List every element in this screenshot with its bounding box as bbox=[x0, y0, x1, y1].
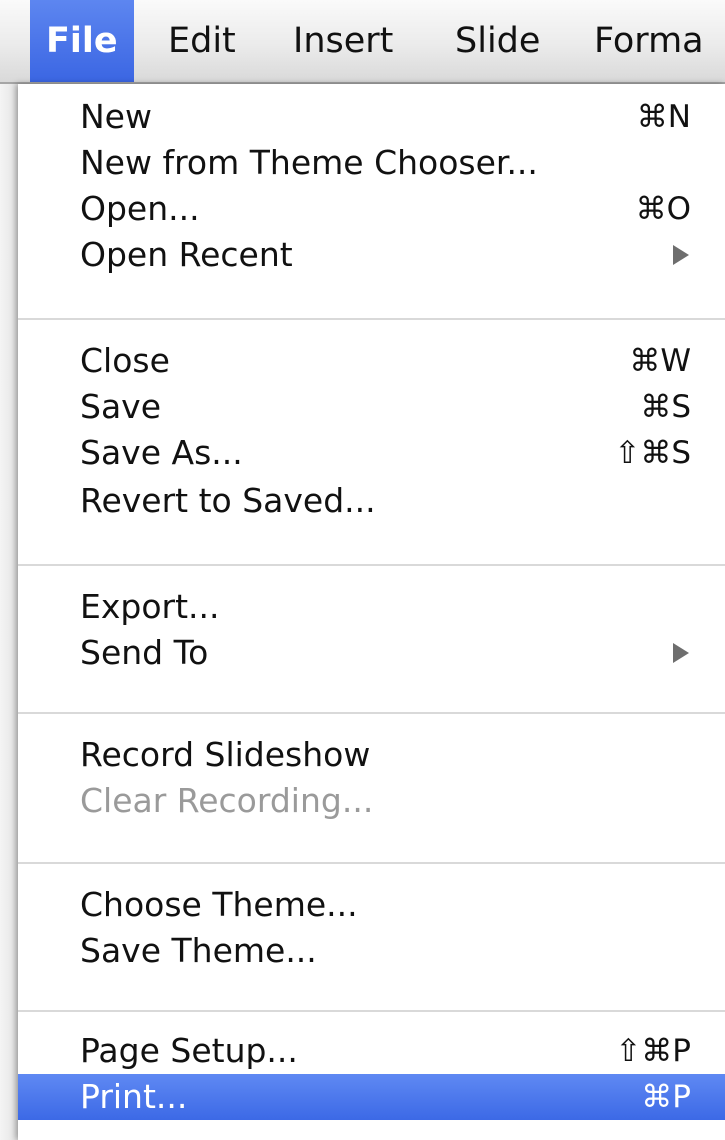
menu-item-label: Send To bbox=[80, 633, 209, 672]
menu-item-new-from-theme-chooser[interactable]: New from Theme Chooser... bbox=[18, 140, 725, 186]
menu-item-page-setup[interactable]: Page Setup... ⇧⌘P bbox=[18, 1028, 725, 1074]
menu-item-open-recent[interactable]: Open Recent bbox=[18, 232, 725, 278]
menu-item-label: Save As... bbox=[80, 433, 243, 472]
shortcut-label: ⌘P bbox=[641, 1079, 691, 1115]
menu-bar: File Edit Insert Slide Forma bbox=[0, 0, 725, 84]
menu-item-label: Close bbox=[80, 341, 170, 380]
menu-item-label: Record Slideshow bbox=[80, 735, 371, 774]
shortcut-label: ⌘W bbox=[629, 343, 691, 379]
menu-item-save[interactable]: Save ⌘S bbox=[18, 384, 725, 430]
menu-item-save-as[interactable]: Save As... ⇧⌘S bbox=[18, 430, 725, 476]
menu-separator bbox=[18, 564, 725, 566]
menubar-slide[interactable]: Slide bbox=[455, 0, 540, 82]
menu-item-label: New from Theme Chooser... bbox=[80, 143, 538, 182]
menu-item-close[interactable]: Close ⌘W bbox=[18, 338, 725, 384]
shortcut-label: ⌘O bbox=[635, 191, 691, 227]
menu-item-label: Revert to Saved... bbox=[80, 481, 376, 520]
triangle-right-icon bbox=[673, 643, 689, 663]
menu-separator bbox=[18, 712, 725, 714]
menu-item-label: New bbox=[80, 97, 152, 136]
shortcut-label: ⌘N bbox=[636, 99, 691, 135]
menu-separator bbox=[18, 862, 725, 864]
shortcut-label: ⇧⌘S bbox=[614, 435, 691, 471]
menu-item-label: Open Recent bbox=[80, 235, 293, 274]
menubar-insert[interactable]: Insert bbox=[293, 0, 393, 82]
file-menu-dropdown: New ⌘N New from Theme Chooser... Open...… bbox=[18, 84, 725, 1140]
menubar-format[interactable]: Forma bbox=[594, 0, 704, 82]
menubar-file[interactable]: File bbox=[30, 0, 134, 82]
shortcut-label: ⇧⌘P bbox=[615, 1033, 691, 1069]
menu-item-label: Save bbox=[80, 387, 162, 426]
menu-item-record-slideshow[interactable]: Record Slideshow bbox=[18, 732, 725, 778]
menu-item-clear-recording: Clear Recording... bbox=[18, 778, 725, 824]
menu-item-revert-to-saved[interactable]: Revert to Saved... bbox=[18, 478, 725, 524]
menu-item-export[interactable]: Export... bbox=[18, 584, 725, 630]
menu-separator bbox=[18, 1010, 725, 1012]
menu-item-open[interactable]: Open... ⌘O bbox=[18, 186, 725, 232]
menu-item-label: Print... bbox=[80, 1077, 188, 1116]
menu-item-label: Open... bbox=[80, 189, 200, 228]
triangle-right-icon bbox=[673, 245, 689, 265]
background-window-edge bbox=[0, 84, 18, 1140]
menu-separator bbox=[18, 318, 725, 320]
menu-item-label: Choose Theme... bbox=[80, 885, 358, 924]
menu-item-label: Page Setup... bbox=[80, 1031, 298, 1070]
menu-item-print[interactable]: Print... ⌘P bbox=[18, 1074, 725, 1120]
menu-item-choose-theme[interactable]: Choose Theme... bbox=[18, 882, 725, 928]
menu-item-send-to[interactable]: Send To bbox=[18, 630, 725, 676]
menu-item-save-theme[interactable]: Save Theme... bbox=[18, 928, 725, 974]
menu-item-label: Save Theme... bbox=[80, 931, 317, 970]
menu-item-new[interactable]: New ⌘N bbox=[18, 94, 725, 140]
shortcut-label: ⌘S bbox=[640, 389, 691, 425]
menu-item-label: Clear Recording... bbox=[80, 781, 374, 820]
menubar-edit[interactable]: Edit bbox=[168, 0, 236, 82]
menu-item-label: Export... bbox=[80, 587, 220, 626]
